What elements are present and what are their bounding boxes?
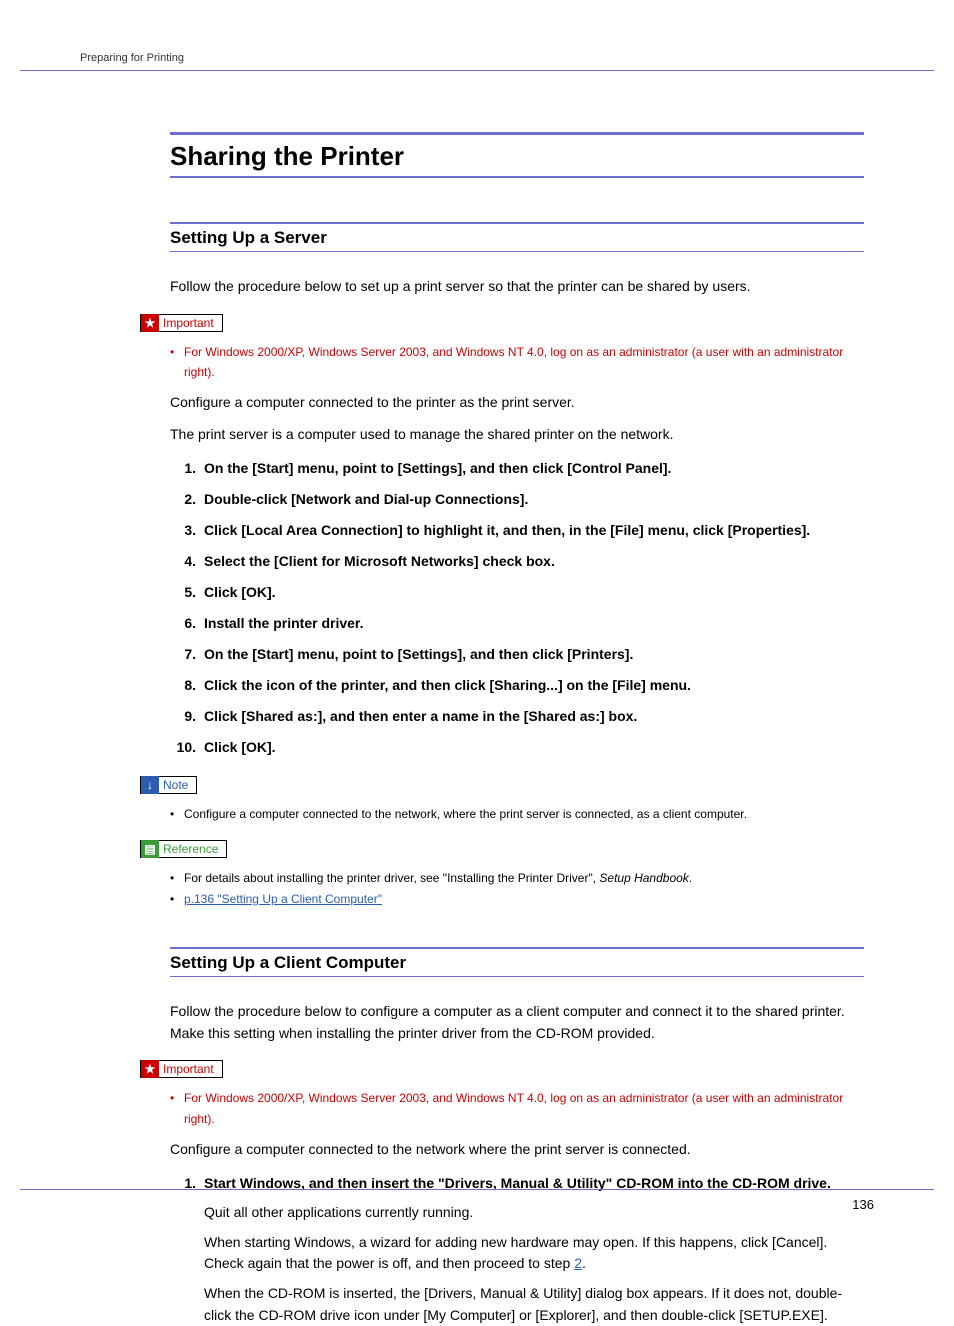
important-list: For Windows 2000/XP, Windows Server 2003… xyxy=(170,1088,864,1129)
important-list: For Windows 2000/XP, Windows Server 2003… xyxy=(170,342,864,383)
important-item: For Windows 2000/XP, Windows Server 2003… xyxy=(170,1088,864,1129)
running-head: Preparing for Printing xyxy=(80,52,184,64)
content-area: Sharing the Printer Setting Up a Server … xyxy=(170,132,864,1326)
reference-list: For details about installing the printer… xyxy=(170,868,864,909)
reference-link[interactable]: p.136 "Setting Up a Client Computer" xyxy=(184,892,382,906)
steps-list-2: Start Windows, and then insert the "Driv… xyxy=(170,1173,864,1326)
important-item: For Windows 2000/XP, Windows Server 2003… xyxy=(170,342,864,383)
reference-item: p.136 "Setting Up a Client Computer" xyxy=(170,889,864,909)
step-item: Click the icon of the printer, and then … xyxy=(170,675,864,696)
substep-text: When starting Windows, a wizard for addi… xyxy=(204,1234,827,1272)
step-item: Start Windows, and then insert the "Driv… xyxy=(170,1173,864,1326)
intro-para-1: Follow the procedure below to set up a p… xyxy=(170,276,864,298)
step-item: Click [Shared as:], and then enter a nam… xyxy=(170,706,864,727)
note-item: Configure a computer connected to the ne… xyxy=(170,804,864,824)
ref-text: For details about installing the printer… xyxy=(184,871,599,885)
para: The print server is a computer used to m… xyxy=(170,424,864,446)
ref-italic: Setup Handbook xyxy=(599,871,688,885)
para: Configure a computer connected to the ne… xyxy=(170,1139,864,1161)
substep: When the CD-ROM is inserted, the [Driver… xyxy=(204,1283,864,1326)
step-item: Install the printer driver. xyxy=(170,613,864,634)
star-icon: ★ xyxy=(141,1060,159,1078)
substep: Quit all other applications currently ru… xyxy=(204,1202,864,1224)
substep-text: . xyxy=(582,1255,586,1271)
step-item: Double-click [Network and Dial-up Connec… xyxy=(170,489,864,510)
step-item: Click [Local Area Connection] to highlig… xyxy=(170,520,864,541)
ref-text: . xyxy=(689,871,692,885)
reference-item: For details about installing the printer… xyxy=(170,868,864,888)
important-label: Important xyxy=(159,1062,222,1076)
top-rule xyxy=(20,70,934,71)
section-heading-server: Setting Up a Server xyxy=(170,222,864,252)
document-icon: ▤ xyxy=(141,840,159,858)
page-title: Sharing the Printer xyxy=(170,132,864,178)
intro-para-2: Follow the procedure below to configure … xyxy=(170,1001,864,1044)
note-callout: ↓ Note xyxy=(140,776,197,794)
bottom-rule xyxy=(20,1189,934,1190)
step-item: Select the [Client for Microsoft Network… xyxy=(170,551,864,572)
section-heading-client: Setting Up a Client Computer xyxy=(170,947,864,977)
step-item: On the [Start] menu, point to [Settings]… xyxy=(170,644,864,665)
para: Configure a computer connected to the pr… xyxy=(170,392,864,414)
step-item: Click [OK]. xyxy=(170,737,864,758)
arrow-down-icon: ↓ xyxy=(141,776,159,794)
important-label: Important xyxy=(159,316,222,330)
note-list: Configure a computer connected to the ne… xyxy=(170,804,864,824)
steps-list-1: On the [Start] menu, point to [Settings]… xyxy=(170,458,864,758)
step-item: Click [OK]. xyxy=(170,582,864,603)
step-link[interactable]: 2 xyxy=(574,1255,582,1271)
page-number: 136 xyxy=(852,1197,874,1212)
important-callout: ★ Important xyxy=(140,314,223,332)
reference-label: Reference xyxy=(159,842,226,856)
star-icon: ★ xyxy=(141,314,159,332)
note-label: Note xyxy=(159,778,196,792)
important-callout: ★ Important xyxy=(140,1060,223,1078)
step-item: On the [Start] menu, point to [Settings]… xyxy=(170,458,864,479)
reference-callout: ▤ Reference xyxy=(140,840,227,858)
substep: When starting Windows, a wizard for addi… xyxy=(204,1232,864,1275)
